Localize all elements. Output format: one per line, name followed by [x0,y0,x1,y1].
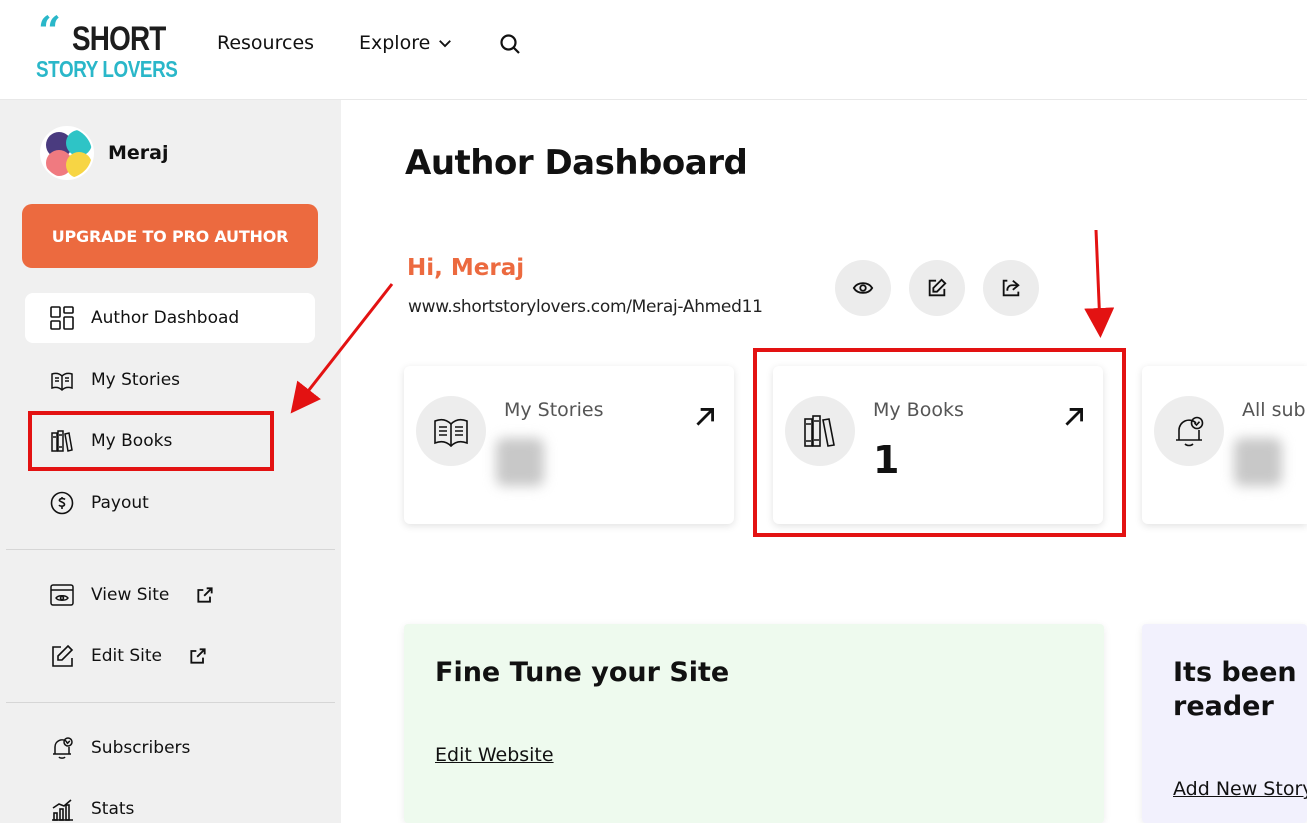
sidebar-item-label: My Stories [91,370,181,390]
sidebar-item-payout[interactable]: Payout [25,478,315,528]
bell-icon [1176,416,1204,447]
card-label: All sub [1242,399,1306,421]
blurred-count [1234,438,1282,486]
logo-text-bottom: STORY LOVERS [36,56,178,82]
top-header: “ SHORT STORY LOVERS Resources Explore [0,0,1307,100]
sidebar-divider [6,549,335,550]
fine-tune-panel: Fine Tune your Site Edit Website [404,624,1104,823]
sidebar-item-label: View Site [91,585,170,605]
sidebar-item-edit-site[interactable]: Edit Site [25,631,315,681]
share-icon [1002,279,1020,297]
edit-icon [928,278,947,297]
arrow-up-right-icon [696,408,714,426]
sidebar-item-label: Edit Site [91,646,162,666]
avatar [40,126,94,180]
greeting: Hi, Meraj [407,255,525,281]
reader-panel: Its been 4reader Add New Story [1142,624,1307,823]
blurred-count [496,438,544,486]
stat-card-my-stories[interactable]: My Stories [404,366,734,524]
dashboard-grid-icon [50,306,74,330]
edit-website-link[interactable]: Edit Website [435,744,554,766]
sidebar-item-author-dashboard[interactable]: Author Dashboad [25,293,315,343]
sidebar-divider [6,702,335,703]
stat-card-all-subscribers[interactable]: All sub [1142,366,1307,524]
sidebar-item-label: Payout [91,493,149,513]
add-new-story-link[interactable]: Add New Story [1173,778,1307,800]
panel-title: Fine Tune your Site [435,657,730,688]
logo-text-top: SHORT [72,20,166,58]
user-profile[interactable]: Meraj [40,126,169,180]
bell-icon [53,737,73,759]
panel-title-line-2: reader [1173,691,1274,722]
card-label: My Stories [504,399,604,421]
panel-title-line-1: Its been 4 [1173,657,1307,688]
dollar-circle-icon [50,491,74,515]
bar-chart-icon [52,799,73,821]
nav-resources[interactable]: Resources [217,32,314,54]
sidebar-item-stats[interactable]: Stats [25,784,315,823]
annotation-highlight-card-my-books [753,348,1126,537]
annotation-highlight-sidebar-my-books [28,411,274,471]
site-url: www.shortstorylovers.com/Meraj-Ahmed11 [408,297,763,317]
sidebar-item-view-site[interactable]: View Site [25,570,315,620]
sidebar-item-subscribers[interactable]: Subscribers [25,723,315,773]
nav-explore[interactable]: Explore [359,32,454,54]
site-logo[interactable]: “ SHORT STORY LOVERS [36,8,178,84]
search-icon[interactable] [498,32,522,56]
upgrade-button[interactable]: UPGRADE TO PRO AUTHOR [22,204,318,268]
annotation-arrow-card [1084,229,1115,338]
page-title: Author Dashboard [405,143,748,183]
sidebar-item-label: Stats [91,799,135,819]
nav-explore-label: Explore [359,32,431,54]
open-book-icon [51,372,73,392]
sidebar-item-label: Subscribers [91,738,191,758]
share-profile-button[interactable] [983,260,1039,316]
sidebar-item-label: Author Dashboad [91,308,240,328]
open-book-icon [434,418,468,448]
panel-title: Its been 4reader [1173,656,1307,724]
user-name: Meraj [108,142,169,164]
external-link-icon [197,587,213,603]
edit-square-icon [52,644,74,667]
card-icon-wrap [1154,396,1224,466]
logo-quote-mark: “ [38,8,61,55]
browser-eye-icon [50,584,74,606]
eye-icon [852,282,874,294]
view-profile-button[interactable] [835,260,891,316]
card-icon-wrap [416,396,486,466]
sidebar-item-my-stories[interactable]: My Stories [25,355,315,405]
edit-profile-button[interactable] [909,260,965,316]
external-link-icon [190,648,206,664]
chevron-down-icon [439,40,452,48]
